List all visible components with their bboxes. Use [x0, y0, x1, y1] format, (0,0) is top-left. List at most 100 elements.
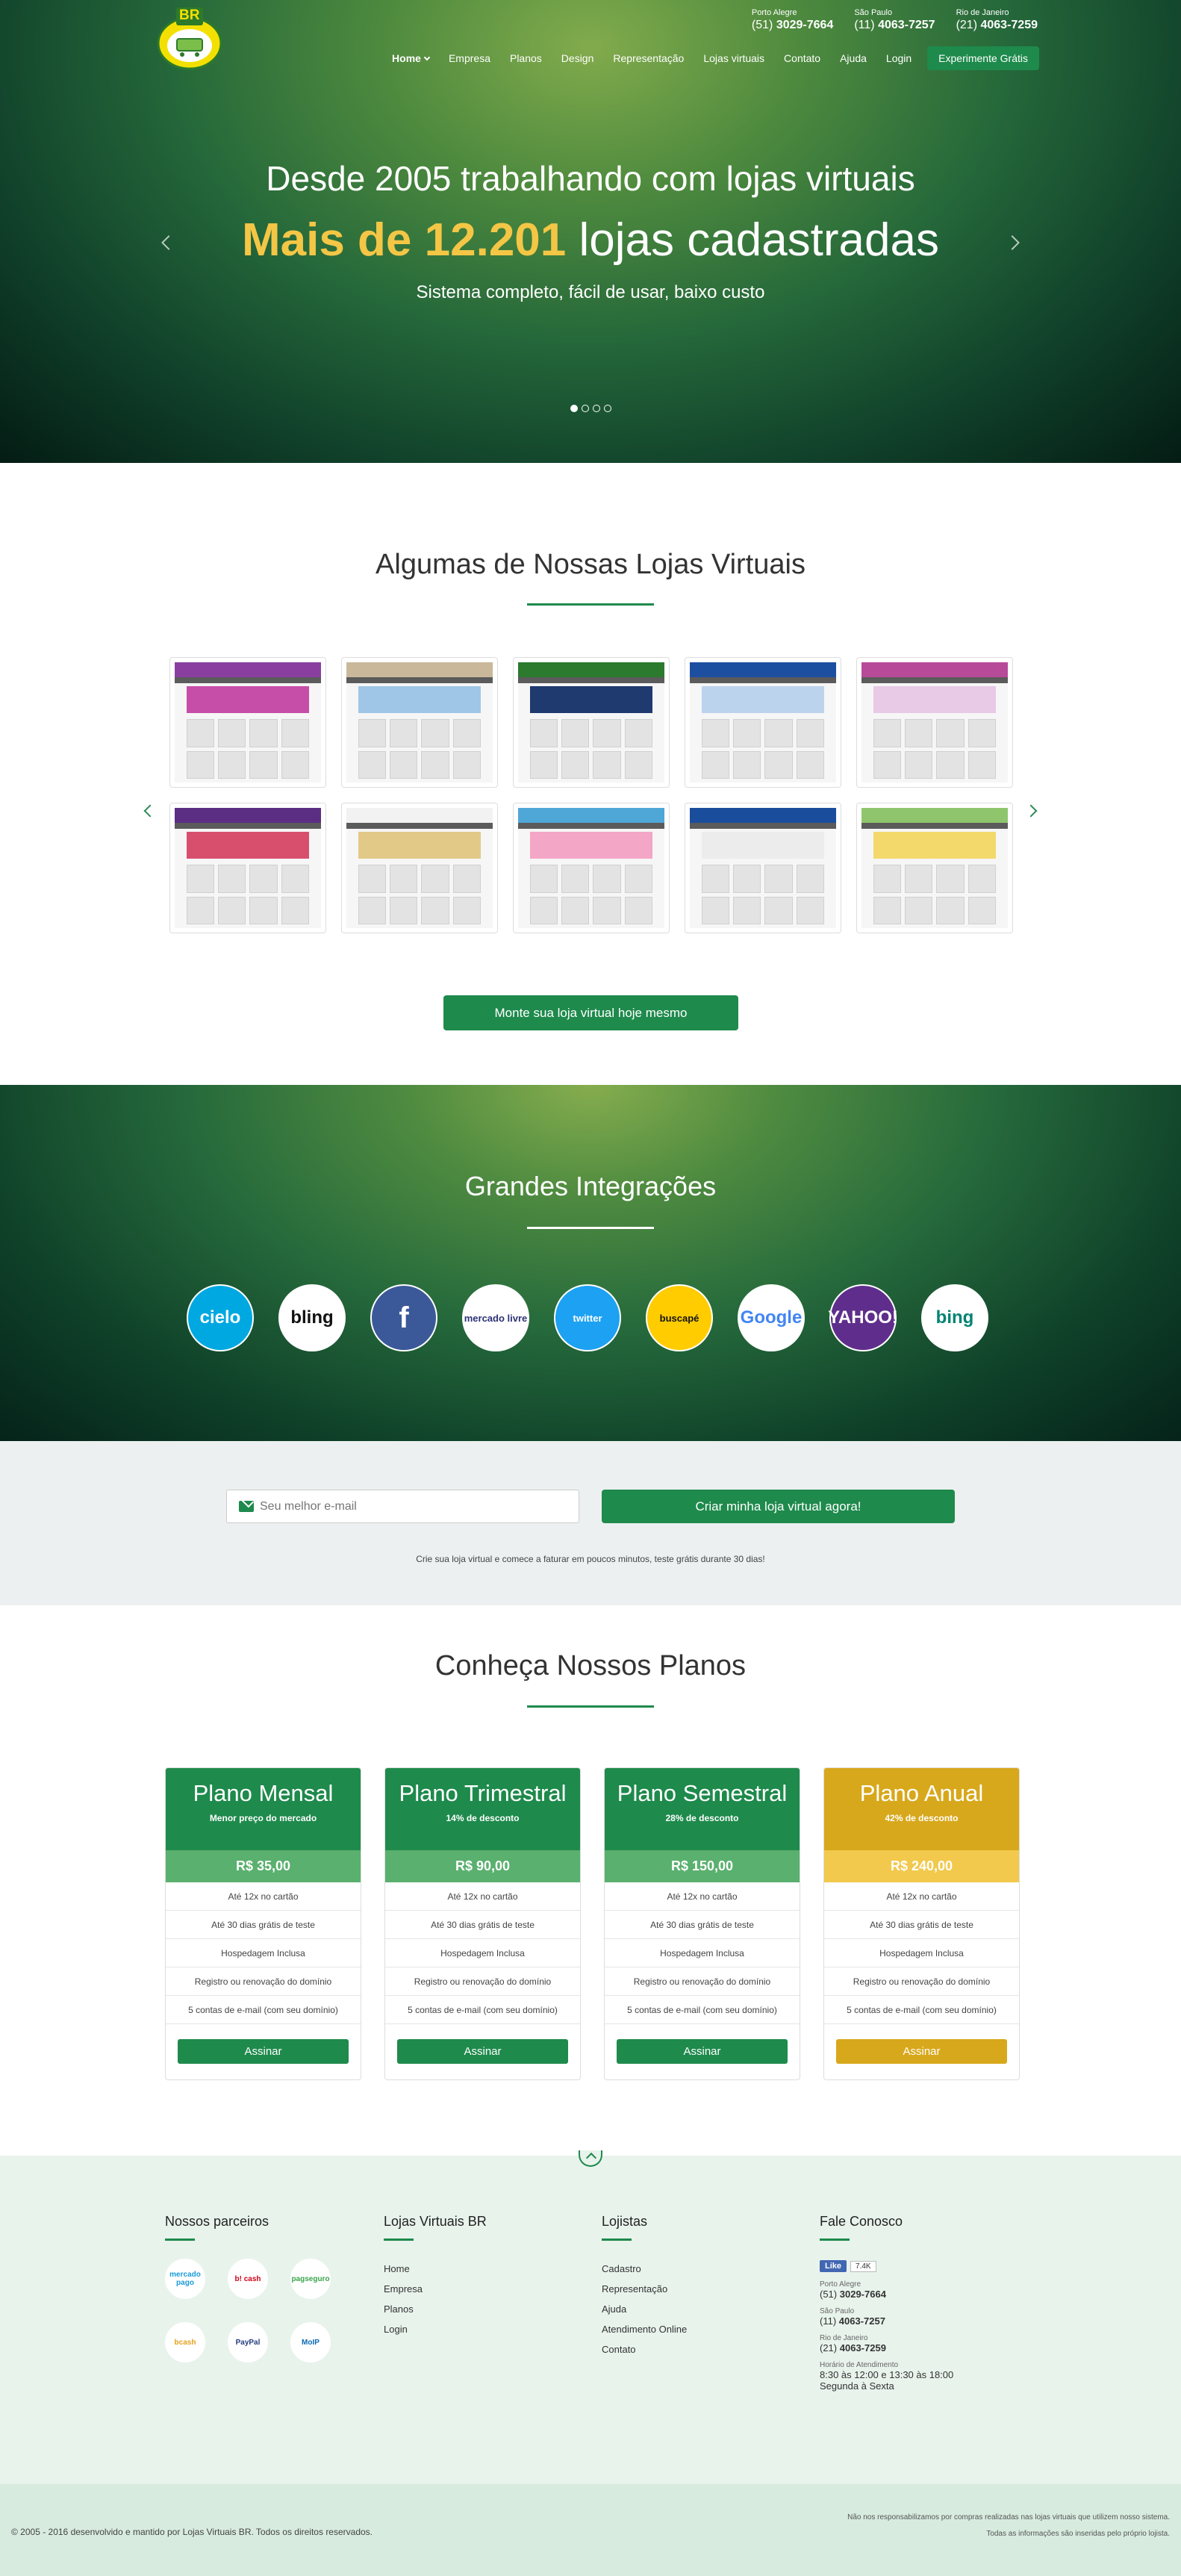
- integration-logo-label: Google: [740, 1307, 803, 1328]
- slide-dot[interactable]: [592, 405, 600, 412]
- subscribe-button[interactable]: Assinar: [397, 2039, 568, 2064]
- footer-link-representacao[interactable]: Representação: [602, 2279, 803, 2299]
- nav-representacao[interactable]: Representação: [603, 48, 694, 69]
- nav-home[interactable]: Home: [382, 48, 439, 69]
- slide-dot[interactable]: [570, 405, 578, 412]
- store-thumbnail[interactable]: [341, 803, 498, 933]
- footer-title-underline: [820, 2239, 850, 2241]
- store-menu: [861, 677, 1008, 683]
- integration-logo: mercado livre: [462, 1284, 529, 1351]
- chevron-down-icon: [423, 54, 431, 61]
- store-thumbnail[interactable]: [685, 657, 841, 788]
- plan-feature: 5 contas de e-mail (com seu domínio): [824, 1996, 1019, 2024]
- nav-login[interactable]: Login: [876, 48, 921, 69]
- footer-link-empresa[interactable]: Empresa: [384, 2279, 585, 2299]
- plan-feature: Até 30 dias grátis de teste: [824, 1911, 1019, 1939]
- facebook-like-widget[interactable]: Like 7.4K: [820, 2259, 876, 2273]
- integration-logo-label: buscapé: [659, 1312, 699, 1324]
- store-header: [690, 662, 836, 677]
- stores-next-icon[interactable]: [1024, 804, 1038, 818]
- footer-link-ajuda[interactable]: Ajuda: [602, 2299, 803, 2319]
- store-header: [346, 662, 493, 677]
- plan-header: Plano Mensal Menor preço do mercado: [166, 1768, 361, 1850]
- store-banner: [873, 832, 997, 859]
- nav-lojas-virtuais[interactable]: Lojas virtuais: [694, 48, 774, 69]
- store-thumbnail[interactable]: [169, 803, 326, 933]
- nav-planos[interactable]: Planos: [500, 48, 552, 69]
- store-products: [358, 865, 482, 924]
- footer-link-login[interactable]: Login: [384, 2319, 585, 2339]
- phone-ddd: (51): [751, 19, 773, 31]
- plan-feature: Hospedagem Inclusa: [166, 1939, 361, 1967]
- contact-ddd: (11): [820, 2315, 837, 2327]
- disclaimer-line-1: Não nos responsabilizamos por compras re…: [847, 2513, 1170, 2521]
- facebook-like-button[interactable]: Like: [820, 2260, 847, 2272]
- phone-city: Rio de Janeiro: [956, 8, 1009, 17]
- store-thumbnail[interactable]: [513, 803, 670, 933]
- create-store-button[interactable]: Criar minha loja virtual agora!: [602, 1490, 955, 1523]
- plan-card: Plano Anual 42% de desconto R$ 240,00 Até 1…: [823, 1767, 1020, 2080]
- integration-logo-label: bling: [290, 1307, 334, 1328]
- plan-feature: Até 12x no cartão: [166, 1882, 361, 1911]
- store-thumbnail[interactable]: [856, 657, 1013, 788]
- footer-link-atendimento[interactable]: Atendimento Online: [602, 2319, 803, 2339]
- email-field[interactable]: [226, 1490, 579, 1523]
- facebook-like-count: 7.4K: [850, 2260, 876, 2272]
- store-thumbnail[interactable]: [169, 657, 326, 788]
- plan-discount-value: 28%: [665, 1813, 684, 1823]
- free-trial-button[interactable]: Experimente Grátis: [927, 46, 1039, 70]
- store-thumbnail[interactable]: [341, 657, 498, 788]
- integration-logo-label: f: [399, 1301, 409, 1334]
- hero-stat-rest: lojas cadastradas: [579, 214, 940, 266]
- slide-dot[interactable]: [603, 405, 611, 412]
- contact-phone: (51) 3029-7664: [820, 2289, 1021, 2300]
- plan-feature: Registro ou renovação do domínio: [166, 1967, 361, 1996]
- nav-ajuda[interactable]: Ajuda: [830, 48, 876, 69]
- store-menu: [346, 823, 493, 829]
- plan-feature: 5 contas de e-mail (com seu domínio): [385, 1996, 580, 2024]
- plan-footer: Assinar: [385, 2024, 580, 2079]
- phone-city: São Paulo: [854, 8, 893, 17]
- integration-logo-label: mercado livre: [464, 1312, 528, 1324]
- nav-empresa[interactable]: Empresa: [439, 48, 500, 69]
- plan-header: Plano Semestral 28% de desconto: [605, 1768, 800, 1850]
- store-thumbnail[interactable]: [856, 803, 1013, 933]
- contact-city: São Paulo: [820, 2307, 855, 2315]
- payment-logo-label: bcash: [174, 2338, 196, 2347]
- plans-title-underline: [527, 1705, 654, 1708]
- subscribe-button[interactable]: Assinar: [178, 2039, 349, 2064]
- footer-shop-title: Lojistas: [602, 2214, 648, 2229]
- store-header: [346, 808, 493, 823]
- plan-header: Plano Anual 42% de desconto: [824, 1768, 1019, 1850]
- stores-prev-icon[interactable]: [143, 804, 157, 818]
- build-store-button[interactable]: Monte sua loja virtual hoje mesmo: [443, 995, 738, 1030]
- logo[interactable]: BR: [155, 4, 225, 75]
- store-thumbnail[interactable]: [685, 803, 841, 933]
- phone-number: 4063-7257: [878, 19, 935, 31]
- phone-number: 4063-7259: [980, 19, 1038, 31]
- footer-link-cadastro[interactable]: Cadastro: [602, 2259, 803, 2279]
- footer-title-underline: [602, 2239, 632, 2241]
- footer-link-contato[interactable]: Contato: [602, 2339, 803, 2359]
- plan-price: R$ 90,00: [385, 1850, 580, 1882]
- footer-link-home[interactable]: Home: [384, 2259, 585, 2279]
- nav-contato[interactable]: Contato: [774, 48, 830, 69]
- signup-note: Crie sua loja virtual e comece a faturar…: [416, 1554, 765, 1564]
- store-thumbnail[interactable]: [513, 657, 670, 788]
- slide-dot[interactable]: [581, 405, 589, 412]
- plan-feature: Até 12x no cartão: [605, 1882, 800, 1911]
- payment-logo: pagseguro: [290, 2259, 331, 2299]
- email-input[interactable]: [260, 1490, 573, 1522]
- nav-design[interactable]: Design: [552, 48, 604, 69]
- hero-headline: Desde 2005 trabalhando com lojas virtuai…: [266, 159, 915, 198]
- subscribe-button[interactable]: Assinar: [617, 2039, 788, 2064]
- footer-link-planos[interactable]: Planos: [384, 2299, 585, 2319]
- store-header: [861, 808, 1008, 823]
- hero-stat: Mais de 12.201 lojas cadastradas: [0, 214, 1181, 267]
- footer-title-underline: [165, 2239, 195, 2241]
- integration-partners: cielo bling f mercado livre twitter buscapé Go…: [187, 1284, 988, 1351]
- store-screenshot: [175, 662, 321, 783]
- store-menu: [861, 823, 1008, 829]
- subscribe-button[interactable]: Assinar: [836, 2039, 1007, 2064]
- integration-logo-label: twitter: [573, 1312, 602, 1324]
